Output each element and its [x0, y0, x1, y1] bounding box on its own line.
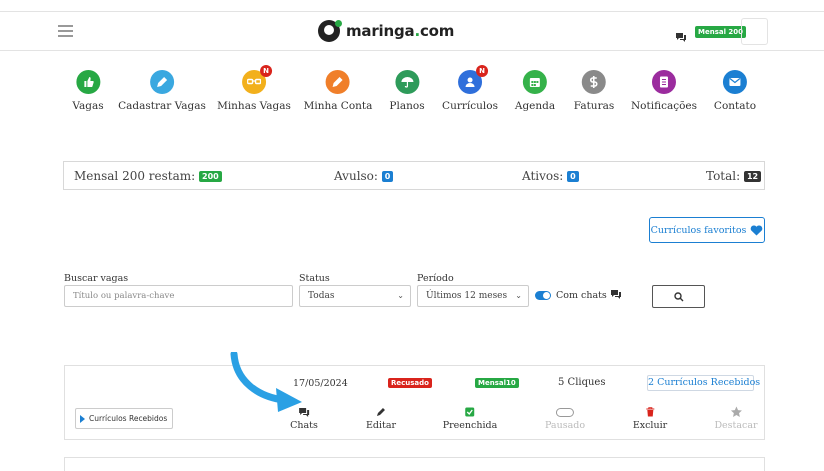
favoritos-button[interactable]: Currículos favoritos: [649, 217, 765, 243]
stat-avulso: Avulso: 0: [334, 169, 394, 183]
nav-label: Vagas: [72, 100, 104, 112]
stats-bar: Mensal 200 restam: 200 Avulso: 0 Ativos:…: [63, 161, 765, 190]
heart-icon: [751, 224, 763, 235]
document-icon: [651, 70, 676, 94]
thumbs-up-icon: [76, 70, 100, 94]
nav-item-cadastrar-vagas[interactable]: Cadastrar Vagas: [118, 70, 206, 112]
stat-label: Ativos:: [522, 169, 564, 183]
periodo-label: Período: [417, 273, 454, 284]
new-badge: N: [476, 65, 488, 77]
nav-item-notificacoes[interactable]: Notificações: [631, 70, 697, 112]
nav-item-curriculos[interactable]: N Currículos: [442, 65, 498, 112]
stat-count-badge: 200: [199, 171, 222, 182]
star-icon: [714, 406, 757, 418]
nav-label: Faturas: [573, 100, 615, 112]
logo-text: maringa.com: [346, 22, 455, 40]
clicks-count: 5 Cliques: [558, 377, 606, 388]
search-button[interactable]: [652, 285, 705, 308]
status-label: Status: [299, 273, 330, 284]
trash-icon: [633, 406, 667, 418]
button-label: Currículos Recebidos: [89, 414, 168, 423]
action-label: Pausado: [544, 420, 586, 431]
triangle-right-icon: [80, 414, 85, 423]
chevron-down-icon: ⌄: [397, 291, 404, 300]
nav-item-planos[interactable]: Planos: [389, 70, 425, 112]
status-tag: Recusado: [388, 378, 432, 388]
edit-icon: [326, 70, 350, 94]
nav-item-vagas[interactable]: Vagas: [72, 70, 104, 112]
envelope-icon: [722, 70, 747, 94]
curriculos-recebidos-button[interactable]: Currículos Recebidos: [75, 408, 173, 429]
annotation-arrow-icon: [230, 352, 302, 412]
pausado-action[interactable]: Pausado: [545, 406, 585, 431]
users-icon: N: [458, 65, 488, 94]
favoritos-label: Currículos favoritos: [650, 224, 747, 236]
pen-icon: [150, 70, 174, 94]
search-input[interactable]: Título ou palavra-chave: [64, 285, 293, 307]
nav-label: Currículos: [442, 100, 498, 112]
nav-label: Contato: [713, 100, 757, 112]
destacar-action[interactable]: Destacar: [714, 406, 758, 431]
nav-label: Minhas Vagas: [217, 100, 291, 112]
checkbox-icon: [443, 406, 498, 418]
stat-ativos: Ativos: 0: [522, 169, 579, 183]
nav-label: Planos: [389, 100, 425, 112]
nav-item-minhas-vagas[interactable]: N Minhas Vagas: [217, 65, 291, 112]
site-logo[interactable]: maringa.com: [318, 20, 454, 42]
hamburger-icon[interactable]: [58, 25, 73, 37]
chat-icon: [610, 290, 621, 299]
umbrella-icon: [395, 70, 419, 94]
pencil-icon: [366, 406, 396, 418]
action-label: Preenchida: [442, 420, 498, 431]
nav-item-minha-conta[interactable]: Minha Conta: [303, 70, 373, 112]
new-badge: N: [260, 65, 272, 77]
status-value: Todas: [308, 291, 335, 301]
editar-action[interactable]: Editar: [366, 406, 396, 431]
search-label: Buscar vagas: [64, 273, 129, 284]
stat-total: Total: 12: [706, 169, 762, 183]
stat-label: Mensal 200 restam:: [74, 169, 196, 183]
nav-item-contato[interactable]: Contato: [714, 70, 756, 112]
action-label: Excluir: [632, 420, 668, 431]
nav-label: Agenda: [514, 100, 556, 112]
glasses-icon: N: [242, 65, 272, 94]
stat-label: Total:: [706, 169, 741, 183]
top-bar: maringa.com Mensal 200: [0, 11, 824, 51]
plan-badge: Mensal 200: [695, 26, 747, 38]
user-avatar-box[interactable]: [741, 18, 768, 45]
logo-mark-icon: [318, 20, 342, 42]
nav-label: Minha Conta: [303, 100, 373, 112]
chat-icon[interactable]: [675, 27, 687, 46]
stat-count-badge: 12: [743, 171, 762, 182]
job-card-next: [64, 457, 765, 471]
excluir-action[interactable]: Excluir: [633, 406, 667, 431]
nav-item-agenda[interactable]: Agenda: [515, 70, 555, 112]
chevron-down-icon: ⌄: [515, 291, 522, 300]
stat-mensal: Mensal 200 restam: 200: [74, 169, 222, 183]
periodo-value: Últimos 12 meses: [426, 291, 508, 301]
toggle-icon: [545, 406, 585, 418]
plan-tag: Mensal10: [475, 378, 519, 388]
nav-item-faturas[interactable]: Faturas: [574, 70, 614, 112]
stat-count-badge: 0: [567, 171, 579, 182]
com-chats-label: Com chats: [556, 289, 622, 301]
calendar-icon: [522, 70, 547, 94]
nav-label: Notificações: [630, 100, 698, 112]
periodo-select[interactable]: Últimos 12 meses ⌄: [417, 285, 529, 307]
com-chats-toggle[interactable]: [535, 291, 551, 300]
stat-label: Avulso:: [334, 169, 378, 183]
action-label: Editar: [365, 420, 397, 431]
action-label: Chats: [290, 420, 318, 431]
preenchida-action[interactable]: Preenchida: [442, 406, 498, 431]
search-icon: [674, 292, 684, 302]
job-card: 17/05/2024 Recusado Mensal10 5 Cliques 2…: [64, 365, 765, 440]
received-resumes-link[interactable]: 2 Currículos Recebidos: [647, 375, 760, 391]
nav-label: Cadastrar Vagas: [118, 100, 206, 112]
action-label: Destacar: [714, 420, 758, 431]
main-nav: Vagas Cadastrar Vagas N Minhas Vagas Min…: [70, 65, 760, 120]
status-select[interactable]: Todas ⌄: [299, 285, 411, 307]
stat-count-badge: 0: [381, 171, 394, 182]
dollar-icon: [581, 70, 606, 94]
